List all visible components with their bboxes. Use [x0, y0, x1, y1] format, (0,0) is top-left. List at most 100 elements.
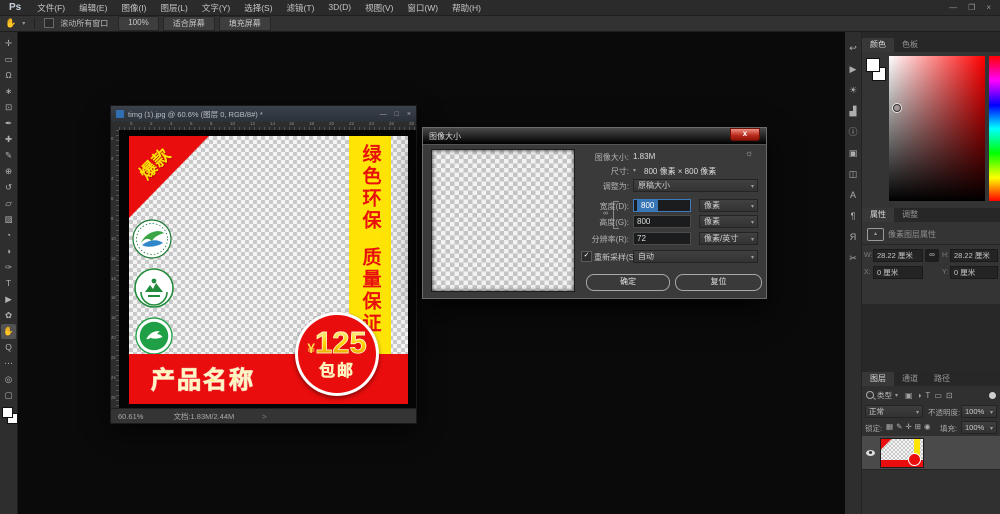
eraser-tool[interactable]: ▱	[1, 196, 16, 211]
screen-mode-button[interactable]: ▢	[1, 388, 16, 403]
color-cursor[interactable]	[893, 104, 901, 112]
menu-item-3[interactable]: 图层(L)	[153, 2, 194, 14]
lock-transparent-pixels-icon[interactable]: ▦	[886, 422, 893, 431]
menu-item-4[interactable]: 文字(Y)	[195, 2, 237, 14]
filter-adjustment-layers-icon[interactable]: ◑	[917, 391, 922, 400]
lock-image-pixels-icon[interactable]: ✎	[896, 422, 902, 431]
opacity-select[interactable]: 100% ▾	[961, 405, 997, 418]
document-canvas-area[interactable]: 绿色环保 质量保证 爆款 产品名称 ¥ 125 包邮	[119, 130, 416, 409]
layer-thumbnail[interactable]	[880, 437, 924, 468]
menu-item-8[interactable]: 视图(V)	[358, 2, 400, 14]
dodge-tool[interactable]: ◑	[1, 244, 16, 259]
tab-layers[interactable]: 图层	[862, 372, 894, 386]
chevron-down-icon[interactable]: ▾	[633, 167, 636, 174]
layer-visibility-eye-icon[interactable]	[866, 449, 875, 456]
clone-stamp-tool[interactable]: ⊕	[1, 164, 16, 179]
filter-pixel-layers-icon[interactable]: ▣	[905, 391, 913, 400]
history-brush-tool[interactable]: ↺	[1, 180, 16, 195]
blend-mode-select[interactable]: 正常 ▾	[865, 405, 923, 418]
app-close-button[interactable]: ×	[986, 3, 991, 12]
zoom-level[interactable]: 60.61%	[118, 412, 143, 421]
edit-toolbar-button[interactable]: ⋯	[1, 356, 16, 371]
hand-tool-icon[interactable]: ✋	[5, 18, 16, 29]
filter-type-layers-icon[interactable]: T	[925, 391, 930, 400]
crop-tool[interactable]: ⊡	[1, 100, 16, 115]
chevron-down-icon[interactable]: ▾	[22, 20, 25, 27]
document-titlebar[interactable]: timg (1).jpg @ 60.6% (图层 0, RGB/8#) * — □…	[111, 106, 416, 122]
scroll-all-windows-checkbox[interactable]	[44, 18, 55, 28]
panel-foreground-swatch[interactable]	[866, 58, 880, 72]
fill-select[interactable]: 100% ▾	[961, 421, 997, 434]
resample-select[interactable]: 自动 ▾	[633, 250, 758, 263]
y-position-field[interactable]: 0 厘米	[950, 266, 998, 279]
foreground-color-swatch[interactable]	[1, 407, 13, 418]
tab-color[interactable]: 颜色	[862, 38, 894, 52]
quick-mask-button[interactable]: ◎	[1, 372, 16, 387]
doc-width-field[interactable]: 28.22 厘米	[873, 249, 923, 262]
doc-close-button[interactable]: ×	[407, 111, 411, 118]
resolution-input[interactable]: 72	[633, 232, 691, 245]
menu-item-1[interactable]: 编辑(E)	[72, 2, 114, 14]
type-tool[interactable]: T	[1, 276, 16, 291]
menu-item-9[interactable]: 窗口(W)	[400, 2, 445, 14]
paragraph-panel-icon[interactable]: ¶	[851, 207, 856, 228]
filter-shape-layers-icon[interactable]: ▭	[934, 391, 942, 400]
tool-presets-panel-icon[interactable]: ✂	[849, 249, 857, 270]
info-panel-icon[interactable]: ⓘ	[848, 123, 857, 144]
saturation-brightness-field[interactable]	[889, 56, 985, 201]
x-position-field[interactable]: 0 厘米	[873, 266, 923, 279]
tab-properties[interactable]: 属性	[862, 208, 894, 222]
tab-paths[interactable]: 路径	[926, 372, 958, 386]
zoom-100-button[interactable]: 100%	[118, 15, 159, 31]
menu-item-7[interactable]: 3D(D)	[321, 2, 358, 14]
adjustments-panel-icon[interactable]: ☀	[849, 81, 857, 102]
hue-slider[interactable]	[989, 56, 1000, 201]
history-panel-icon[interactable]: ↩	[849, 39, 857, 60]
eyedropper-tool[interactable]: ✒	[1, 116, 16, 131]
height-unit-select[interactable]: 像素 ▾	[699, 215, 758, 228]
move-tool[interactable]: ✛	[1, 36, 16, 51]
chevron-down-icon[interactable]: ▾	[895, 392, 898, 399]
tab-channels[interactable]: 通道	[894, 372, 926, 386]
blur-tool[interactable]: ◔	[1, 228, 16, 243]
app-restore-button[interactable]: ❐	[968, 3, 975, 12]
tab-swatches[interactable]: 色板	[894, 38, 926, 52]
doc-minimize-button[interactable]: —	[380, 111, 387, 118]
resample-checkbox[interactable]: ✓	[581, 251, 592, 262]
menu-item-2[interactable]: 图像(I)	[114, 2, 153, 14]
menu-item-0[interactable]: 文件(F)	[30, 2, 72, 14]
lasso-tool[interactable]: Ω	[1, 68, 16, 83]
shape-tool[interactable]: ✿	[1, 308, 16, 323]
brush-tool[interactable]: ✎	[1, 148, 16, 163]
color-swatches[interactable]	[1, 407, 18, 425]
menu-item-6[interactable]: 滤镜(T)	[280, 2, 322, 14]
device-preview-panel-icon[interactable]: ◫	[849, 165, 858, 186]
quick-selection-tool[interactable]: ∗	[1, 84, 16, 99]
fill-screen-button[interactable]: 填充屏幕	[218, 15, 271, 31]
healing-brush-tool[interactable]: ✚	[1, 132, 16, 147]
marquee-tool[interactable]: ▭	[1, 52, 16, 67]
filter-smart-objects-icon[interactable]: ⊡	[946, 391, 953, 400]
resolution-unit-select[interactable]: 像素/英寸 ▾	[699, 232, 758, 245]
character-panel-icon[interactable]: A	[850, 186, 856, 207]
reset-button[interactable]: 复位	[675, 274, 762, 291]
app-minimize-button[interactable]: —	[949, 3, 957, 12]
zoom-tool[interactable]: Q	[1, 340, 16, 355]
actions-panel-icon[interactable]: ▶	[850, 60, 857, 81]
menu-item-5[interactable]: 选择(S)	[237, 2, 279, 14]
menu-item-10[interactable]: 帮助(H)	[445, 2, 488, 14]
doc-height-field[interactable]: 28.22 厘米	[950, 249, 998, 262]
histogram-panel-icon[interactable]: ▟	[850, 102, 857, 123]
fit-screen-button[interactable]: 适合屏幕	[162, 15, 215, 31]
height-input[interactable]: 800	[633, 215, 691, 228]
filter-toggle[interactable]	[989, 391, 996, 399]
lock-artboard-icon[interactable]: ⊞	[915, 422, 921, 431]
close-icon[interactable]: x	[730, 128, 760, 141]
ok-button[interactable]: 确定	[586, 274, 670, 291]
glyphs-panel-icon[interactable]: Я	[850, 228, 857, 249]
lock-all-icon[interactable]: ◉	[924, 422, 931, 431]
link-icon[interactable]: ∞	[925, 249, 939, 262]
hand-tool[interactable]: ✋	[1, 324, 16, 339]
tab-adjustments[interactable]: 调整	[894, 208, 926, 222]
width-input[interactable]: 800	[633, 199, 691, 212]
